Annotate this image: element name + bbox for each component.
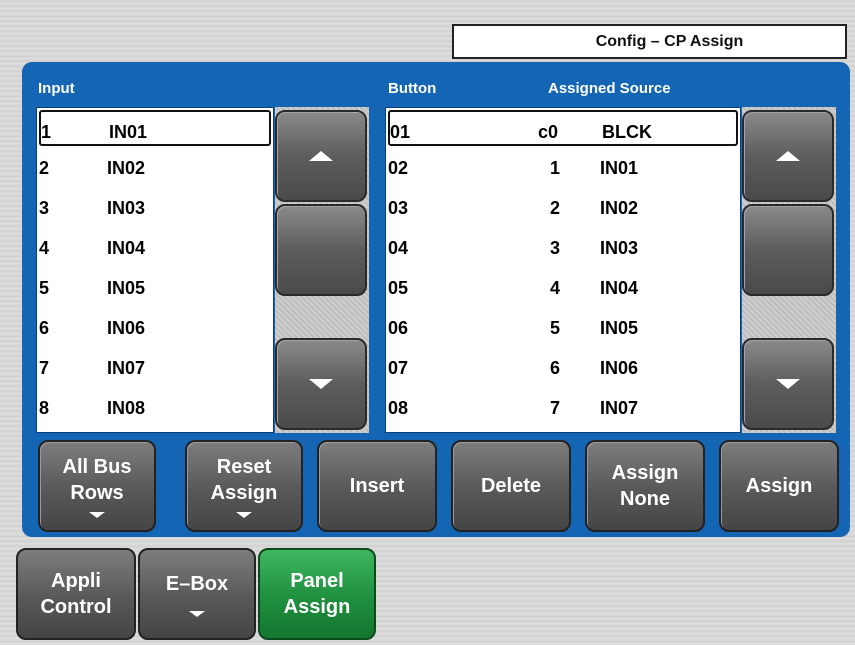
dropdown-arrow-icon <box>89 512 105 518</box>
input-name: IN08 <box>107 398 146 418</box>
list-item[interactable]: 1 IN01 <box>39 110 271 146</box>
input-list: 1 IN01 2 IN02 3 IN03 4 IN04 5 IN05 6 IN0… <box>36 107 274 433</box>
tab-label: Control <box>40 596 112 618</box>
input-name: IN03 <box>107 198 146 218</box>
list-item[interactable]: 5 IN05 <box>37 268 273 308</box>
input-number: 4 <box>39 238 50 258</box>
insert-button[interactable]: Insert <box>317 440 437 532</box>
button-header: Button <box>388 80 437 97</box>
input-number: 8 <box>39 398 50 418</box>
assign-button[interactable]: Assign <box>719 440 839 532</box>
tab-panel-assign[interactable]: Panel Assign <box>258 548 376 640</box>
input-scroll-thumb[interactable] <box>275 204 367 296</box>
list-item[interactable]: 3 IN03 <box>37 188 273 228</box>
reset-assign-button[interactable]: Reset Assign <box>185 440 303 532</box>
tab-e-box[interactable]: E–Box <box>138 548 256 640</box>
source-number: 7 <box>550 398 561 418</box>
input-name: IN01 <box>109 122 148 142</box>
tab-label: Appli <box>51 570 101 592</box>
dropdown-arrow-icon <box>189 611 205 617</box>
list-item[interactable]: 06 5 IN05 <box>386 308 740 348</box>
assign-scroll-up-button[interactable] <box>742 110 834 202</box>
button-number: 05 <box>388 278 409 298</box>
list-item[interactable]: 8 IN08 <box>37 388 273 428</box>
source-name: BLCK <box>602 122 652 142</box>
input-name: IN06 <box>107 318 146 338</box>
source-number: 5 <box>550 318 561 338</box>
tab-appli-control[interactable]: Appli Control <box>16 548 136 640</box>
button-number: 02 <box>388 158 409 178</box>
arrow-down-icon <box>309 379 333 389</box>
source-number: 2 <box>550 198 561 218</box>
list-item[interactable]: 08 7 IN07 <box>386 388 740 428</box>
source-name: IN05 <box>600 318 639 338</box>
button-number: 06 <box>388 318 409 338</box>
source-number: 1 <box>550 158 561 178</box>
source-name: IN07 <box>600 398 639 418</box>
source-name: IN04 <box>600 278 639 298</box>
input-name: IN05 <box>107 278 146 298</box>
list-item[interactable]: 4 IN04 <box>37 228 273 268</box>
list-item[interactable]: 07 6 IN06 <box>386 348 740 388</box>
list-item[interactable]: 02 1 IN01 <box>386 148 740 188</box>
source-name: IN02 <box>600 198 639 218</box>
input-scroll-down-button[interactable] <box>275 338 367 430</box>
arrow-up-icon <box>776 151 800 161</box>
list-item[interactable]: 6 IN06 <box>37 308 273 348</box>
delete-button[interactable]: Delete <box>451 440 571 532</box>
input-scroll-up-button[interactable] <box>275 110 367 202</box>
source-number: 3 <box>550 238 561 258</box>
input-number: 6 <box>39 318 50 338</box>
input-number: 2 <box>39 158 50 178</box>
page-title: Config – CP Assign <box>452 24 847 59</box>
button-label: Delete <box>480 475 542 497</box>
button-label: Reset <box>216 456 272 478</box>
list-item[interactable]: 05 4 IN04 <box>386 268 740 308</box>
source-number: 4 <box>550 278 561 298</box>
list-item[interactable]: 04 3 IN03 <box>386 228 740 268</box>
button-label: None <box>620 488 670 510</box>
list-item[interactable]: 01 c0 BLCK <box>388 110 738 146</box>
tab-label: Panel <box>290 570 344 592</box>
input-number: 1 <box>41 122 52 142</box>
source-name: IN03 <box>600 238 639 258</box>
button-label: Insert <box>349 475 405 497</box>
assign-scroll-thumb[interactable] <box>742 204 834 296</box>
input-name: IN07 <box>107 358 146 378</box>
list-item[interactable]: 7 IN07 <box>37 348 273 388</box>
all-bus-rows-button[interactable]: All Bus Rows <box>38 440 156 532</box>
button-number: 04 <box>388 238 409 258</box>
list-item[interactable]: 2 IN02 <box>37 148 273 188</box>
button-label: Assign <box>745 475 813 497</box>
assign-list: 01 c0 BLCK 02 1 IN01 03 2 IN02 04 3 IN03… <box>385 107 741 433</box>
input-header: Input <box>38 80 75 97</box>
input-name: IN04 <box>107 238 146 258</box>
button-label: Assign <box>210 482 278 504</box>
arrow-up-icon <box>309 151 333 161</box>
input-number: 5 <box>39 278 50 298</box>
input-number: 3 <box>39 198 50 218</box>
assigned-source-header: Assigned Source <box>548 80 671 97</box>
input-name: IN02 <box>107 158 146 178</box>
tab-label: Assign <box>283 596 351 618</box>
button-number: 07 <box>388 358 409 378</box>
button-number: 01 <box>390 122 411 142</box>
button-label: All Bus <box>62 456 132 478</box>
assign-none-button[interactable]: Assign None <box>585 440 705 532</box>
assign-scroll-down-button[interactable] <box>742 338 834 430</box>
button-label: Assign <box>611 462 679 484</box>
source-number: c0 <box>538 122 559 142</box>
button-number: 08 <box>388 398 409 418</box>
list-item[interactable]: 03 2 IN02 <box>386 188 740 228</box>
source-number: 6 <box>550 358 561 378</box>
button-number: 03 <box>388 198 409 218</box>
input-number: 7 <box>39 358 50 378</box>
dropdown-arrow-icon <box>236 512 252 518</box>
source-name: IN01 <box>600 158 639 178</box>
button-label: Rows <box>70 482 124 504</box>
source-name: IN06 <box>600 358 639 378</box>
arrow-down-icon <box>776 379 800 389</box>
tab-label: E–Box <box>165 573 229 595</box>
